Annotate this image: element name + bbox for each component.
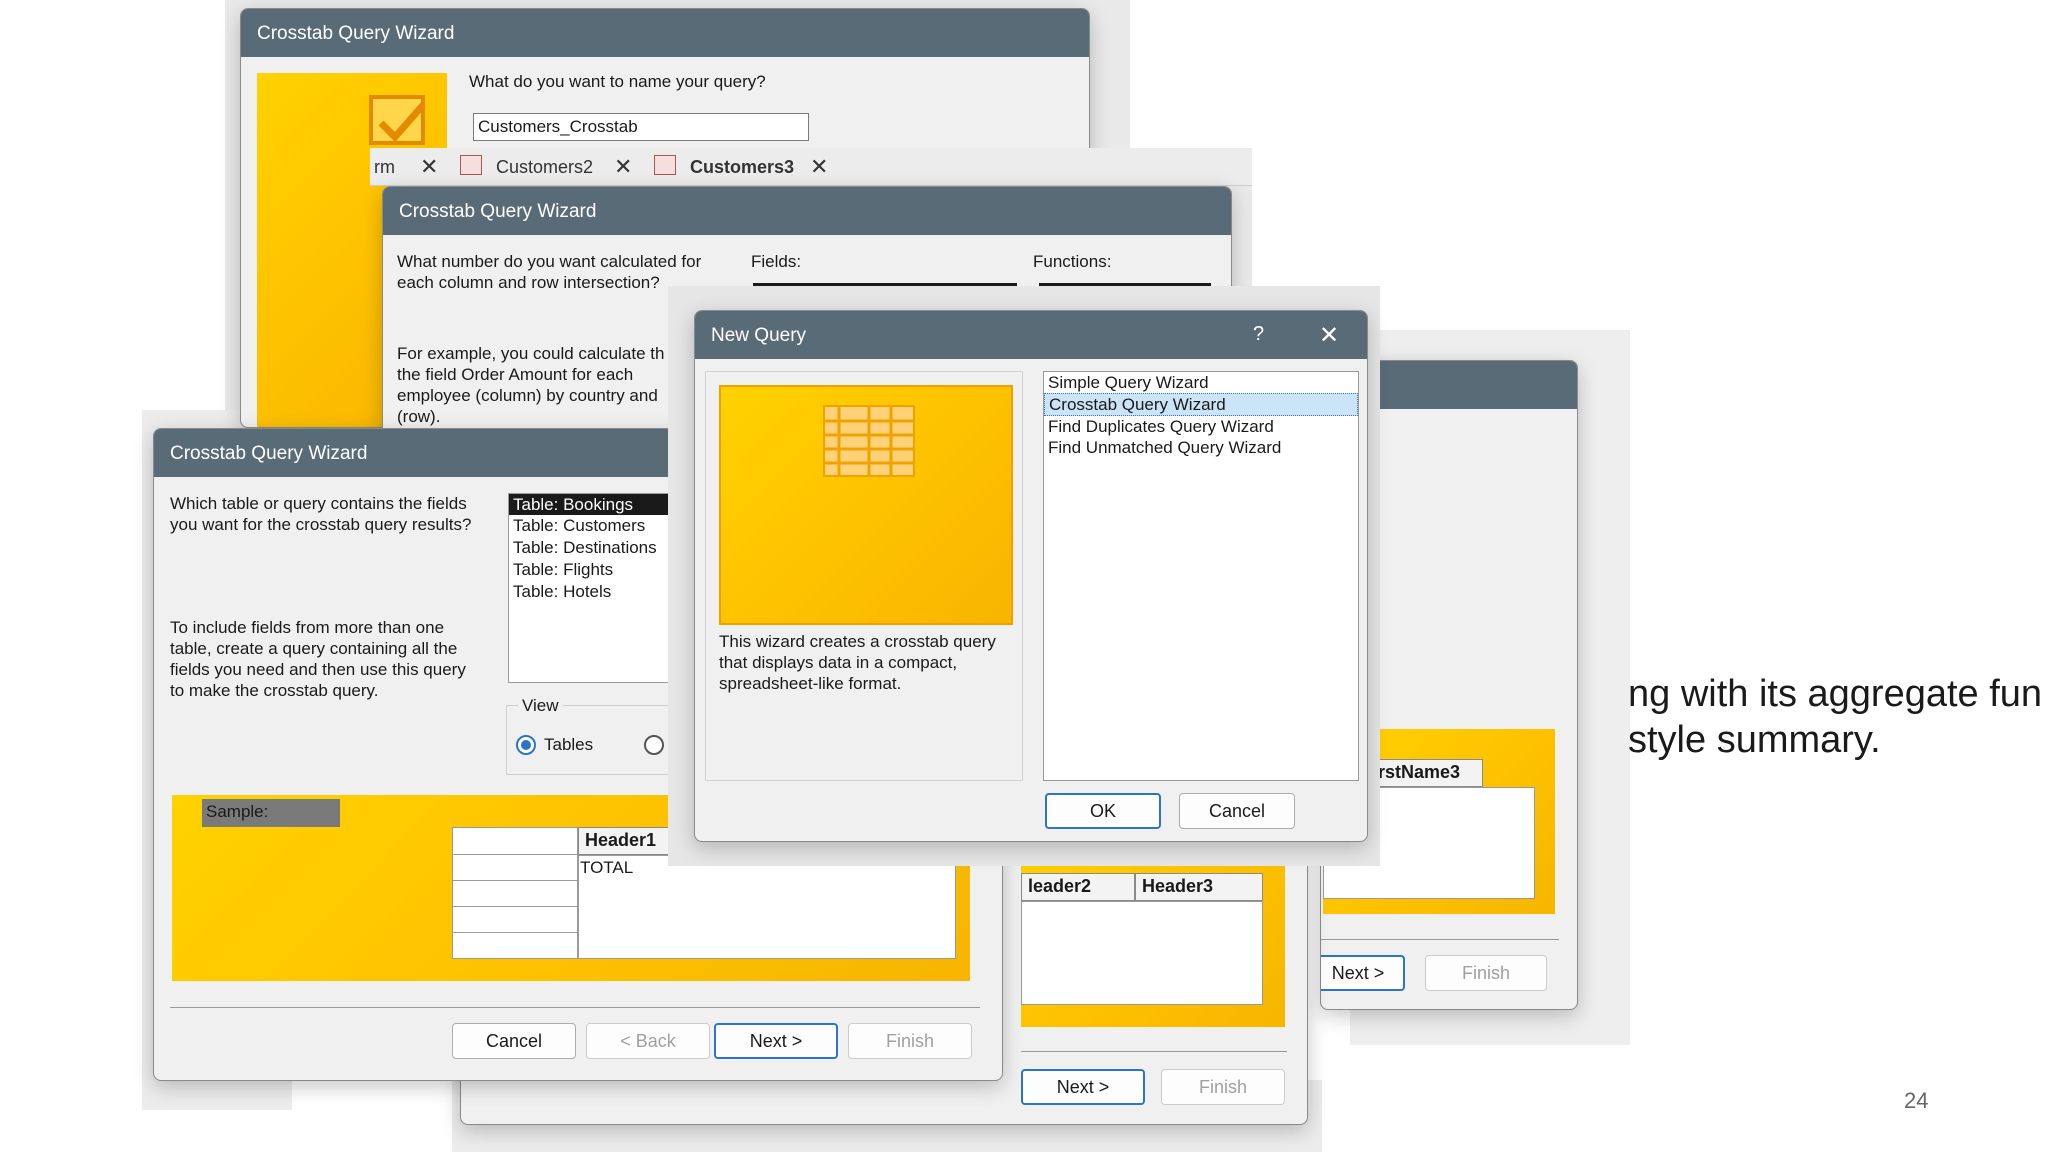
footer-separator xyxy=(1321,939,1559,940)
next-button[interactable]: Next > xyxy=(714,1023,838,1059)
slide-text-line-2: style summary. xyxy=(1628,719,1881,761)
list-item[interactable]: Find Unmatched Query Wizard xyxy=(1044,437,1358,458)
footer-separator xyxy=(1021,1051,1287,1052)
header2-cell: leader2 xyxy=(1021,873,1135,901)
back-button[interactable]: < Back xyxy=(586,1023,710,1059)
list-item[interactable]: Find Duplicates Query Wizard xyxy=(1044,416,1358,437)
cancel-button[interactable]: Cancel xyxy=(1179,793,1295,829)
header3-cell: Header3 xyxy=(1135,873,1263,901)
tables-radio-label: Tables xyxy=(544,735,594,754)
dialog-title: Crosstab Query Wizard xyxy=(241,9,1089,57)
slide-text-line-1: ng with its aggregate fun xyxy=(1628,673,2043,715)
tables-radio[interactable] xyxy=(516,735,536,755)
fields-label: Fields: xyxy=(751,252,802,271)
tab-form[interactable]: rm xyxy=(374,150,395,184)
new-query-dialog: New Query ? ✕ This wizard creates a cros… xyxy=(694,310,1368,842)
tab-customers2[interactable]: Customers2 xyxy=(496,150,593,184)
table-tab-icon xyxy=(654,155,676,175)
table-hint: To include fields from more than one tab… xyxy=(170,618,466,700)
tab-form-label: rm xyxy=(374,157,395,177)
cancel-button[interactable]: Cancel xyxy=(452,1023,576,1059)
sample-label: Sample: xyxy=(202,799,340,827)
next-button[interactable]: Next > xyxy=(1021,1069,1145,1105)
slide-page-number: 24 xyxy=(1904,1088,1929,1113)
finish-button[interactable]: Finish xyxy=(1161,1069,1285,1105)
footer-separator xyxy=(170,1007,980,1008)
finish-button[interactable]: Finish xyxy=(1425,955,1547,991)
close-icon[interactable]: ✕ xyxy=(1319,321,1339,350)
view-group-label: View xyxy=(518,695,563,716)
dialog-title: Crosstab Query Wizard xyxy=(383,187,1231,235)
wizard-preview-image xyxy=(719,385,1013,625)
spreadsheet-icon xyxy=(823,405,915,477)
close-tab-icon[interactable]: ✕ xyxy=(810,156,828,178)
help-icon[interactable]: ? xyxy=(1253,323,1264,346)
tab-customers3[interactable]: Customers3 xyxy=(690,150,794,184)
table-question: Which table or query contains the fields… xyxy=(170,494,472,534)
sample-row-headers xyxy=(452,827,578,959)
tab-customers2-label: Customers2 xyxy=(496,157,594,177)
queries-radio[interactable] xyxy=(644,735,664,755)
finish-button[interactable]: Finish xyxy=(848,1023,972,1059)
fields-example: For example, you could calculate th of t… xyxy=(397,344,684,426)
next-button[interactable]: Next > xyxy=(1321,955,1405,991)
name-question: What do you want to name your query? xyxy=(469,72,766,91)
table-tab-icon xyxy=(460,155,482,175)
list-item[interactable]: Simple Query Wizard xyxy=(1044,372,1358,393)
query-name-input[interactable]: Customers_Crosstab xyxy=(473,113,809,141)
list-item[interactable]: Crosstab Query Wizard xyxy=(1044,393,1358,416)
checkmark-icon xyxy=(369,95,426,145)
ok-button[interactable]: OK xyxy=(1045,793,1161,829)
close-tab-icon[interactable]: ✕ xyxy=(420,156,438,178)
wizard-description: This wizard creates a crosstab query tha… xyxy=(719,632,996,693)
tab-customers3-label: Customers3 xyxy=(690,157,795,177)
total-cell: TOTAL xyxy=(580,858,634,877)
sample-grid-body xyxy=(578,855,956,959)
sample-grid-body xyxy=(1021,901,1263,1005)
close-tab-icon[interactable]: ✕ xyxy=(614,156,632,178)
wizard-options-list[interactable]: Simple Query Wizard Crosstab Query Wizar… xyxy=(1043,371,1359,781)
functions-label: Functions: xyxy=(1033,252,1112,271)
dialog-title: New Query xyxy=(695,311,1367,359)
